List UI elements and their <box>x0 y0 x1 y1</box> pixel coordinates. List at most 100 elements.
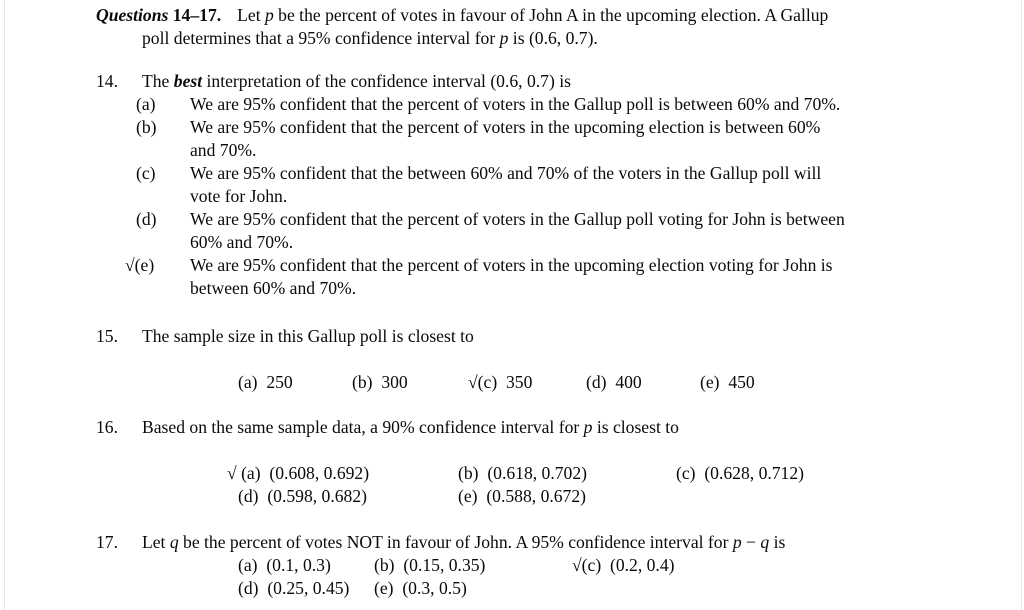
correct-answer-check-icon: √ <box>227 463 237 483</box>
option-14-c-continued: vote for John. <box>96 185 936 208</box>
option-14-c-label: (c) <box>136 163 156 183</box>
option-16-d[interactable]: (d) (0.598, 0.682) <box>238 485 367 508</box>
lead-in-line-1: Questions 14–17. Let p be the percent of … <box>96 4 932 27</box>
option-15-e-value: 450 <box>728 372 755 392</box>
question-14-stem-pre: The <box>142 71 174 91</box>
question-17: 17. Let q be the percent of votes NOT in … <box>96 531 936 598</box>
option-17-d-value: (0.25, 0.45) <box>267 578 350 598</box>
option-14-e-label: (e) <box>134 255 155 275</box>
question-14-number: 14. <box>96 71 118 91</box>
option-17-b-label: (b) <box>374 555 395 575</box>
question-15-options: (a) 250 (b) 300 √(c) 350 (d) 400 (e) 450 <box>96 371 936 394</box>
option-15-c-label: (c) <box>477 372 498 392</box>
option-17-c-value: (0.2, 0.4) <box>609 555 675 575</box>
option-17-b-value: (0.15, 0.35) <box>403 555 486 575</box>
question-17-stem-mid: be the percent of votes NOT in favour of… <box>178 532 733 552</box>
option-15-e[interactable]: (e) 450 <box>700 371 755 394</box>
option-17-d-label: (d) <box>238 578 259 598</box>
option-16-e-value: (0.588, 0.672) <box>486 486 587 506</box>
correct-answer-check-icon: √ <box>125 255 135 275</box>
option-15-c[interactable]: √(c) 350 <box>468 371 532 394</box>
option-14-d-text-line-2: 60% and 70%. <box>190 232 294 252</box>
question-17-options: (a) (0.1, 0.3) (b) (0.15, 0.35) √(c) (0.… <box>96 554 936 600</box>
option-17-c[interactable]: √(c) (0.2, 0.4) <box>572 554 674 577</box>
question-16-stem: 16. Based on the same sample data, a 90% … <box>96 416 936 439</box>
option-16-b[interactable]: (b) (0.618, 0.702) <box>458 462 587 485</box>
option-17-a-label: (a) <box>238 555 258 575</box>
lead-in-label: Questions <box>96 5 169 25</box>
option-15-b-label: (b) <box>352 372 373 392</box>
option-15-a[interactable]: (a) 250 <box>238 371 293 394</box>
question-17-option-row-2: (d) (0.25, 0.45) (e) (0.3, 0.5) <box>96 577 936 600</box>
option-17-b[interactable]: (b) (0.15, 0.35) <box>374 554 485 577</box>
scan-edge-right-artifact <box>1021 0 1022 610</box>
option-14-a-label: (a) <box>136 94 156 114</box>
question-15-stem: 15. The sample size in this Gallup poll i… <box>96 325 936 348</box>
question-16-option-row-2: (d) (0.598, 0.682) (e) (0.588, 0.672) <box>96 485 936 508</box>
option-14-c[interactable]: (c) We are 95% confident that the betwee… <box>96 162 936 185</box>
option-17-e-label: (e) <box>374 578 394 598</box>
question-17-variable-p: p <box>732 532 742 552</box>
option-17-e-value: (0.3, 0.5) <box>402 578 467 598</box>
option-14-c-text-line-1: We are 95% confident that the between 60… <box>190 163 822 183</box>
question-17-variable-q2: q <box>760 532 770 552</box>
lead-in-text-part2: be the percent of votes in favour of Joh… <box>273 5 829 25</box>
question-15-stem-text: The sample size in this Gallup poll is c… <box>142 326 474 346</box>
question-16-option-row-1: √ (a) (0.608, 0.692) (b) (0.618, 0.702) … <box>96 462 936 485</box>
option-16-a-value: (0.608, 0.692) <box>269 463 370 483</box>
option-16-e[interactable]: (e) (0.588, 0.672) <box>458 485 586 508</box>
option-15-a-label: (a) <box>238 372 258 392</box>
option-14-a-text: We are 95% confident that the percent of… <box>190 94 841 114</box>
option-14-d-continued: 60% and 70%. <box>96 231 936 254</box>
lead-in-line-2: poll determines that a 95% confidence in… <box>142 27 932 50</box>
option-14-e-label-group: √(e) <box>125 254 190 277</box>
option-14-d-text-line-1: We are 95% confident that the percent of… <box>190 209 845 229</box>
question-17-minus-sign: − <box>741 532 761 552</box>
question-16: 16. Based on the same sample data, a 90% … <box>96 416 936 506</box>
question-14: 14. The best interpretation of the confid… <box>96 70 936 300</box>
question-14-stem: 14. The best interpretation of the confid… <box>96 70 936 93</box>
option-15-c-value: 350 <box>505 372 533 392</box>
option-17-e[interactable]: (e) (0.3, 0.5) <box>374 577 467 600</box>
option-14-d[interactable]: (d) We are 95% confident that the percen… <box>96 208 936 231</box>
correct-answer-check-icon: √ <box>572 555 582 575</box>
option-15-b[interactable]: (b) 300 <box>352 371 408 394</box>
option-14-b-label: (b) <box>136 117 157 137</box>
question-15-number: 15. <box>96 326 118 346</box>
option-16-c-value: (0.628, 0.712) <box>704 463 805 483</box>
option-17-a[interactable]: (a) (0.1, 0.3) <box>238 554 331 577</box>
option-15-b-value: 300 <box>381 372 408 392</box>
option-16-e-label: (e) <box>458 486 478 506</box>
question-17-stem: 17. Let q be the percent of votes NOT in … <box>96 531 936 554</box>
option-16-c-label: (c) <box>676 463 696 483</box>
correct-answer-check-icon: √ <box>468 372 478 392</box>
option-17-d[interactable]: (d) (0.25, 0.45) <box>238 577 349 600</box>
lead-in-line2-text: poll determines that a 95% confidence in… <box>142 28 500 48</box>
question-17-option-row-1: (a) (0.1, 0.3) (b) (0.15, 0.35) √(c) (0.… <box>96 554 936 577</box>
option-16-a-label: (a) <box>241 463 261 483</box>
question-16-options: √ (a) (0.608, 0.692) (b) (0.618, 0.702) … <box>96 462 936 508</box>
question-17-variable-q: q <box>169 532 179 552</box>
option-14-e-continued: between 60% and 70%. <box>96 277 936 300</box>
option-14-a[interactable]: (a) We are 95% confident that the percen… <box>96 93 936 116</box>
lead-in-line2-end: is (0.6, 0.7). <box>508 28 598 48</box>
question-14-stem-emphasis: best <box>173 71 203 91</box>
option-14-b-text-line-2: and 70%. <box>190 140 257 160</box>
question-17-number: 17. <box>96 532 118 552</box>
option-14-e-text-line-1: We are 95% confident that the percent of… <box>190 255 833 275</box>
question-14-stem-post: interpretation of the confidence interva… <box>202 71 571 91</box>
option-16-c[interactable]: (c) (0.628, 0.712) <box>676 462 804 485</box>
lead-in-variable-p: p <box>264 5 274 25</box>
question-16-stem-pre: Based on the same sample data, a 90% con… <box>142 417 584 437</box>
option-16-b-label: (b) <box>458 463 479 483</box>
option-15-d-value: 400 <box>615 372 642 392</box>
option-15-d[interactable]: (d) 400 <box>586 371 642 394</box>
question-16-number: 16. <box>96 417 118 437</box>
scan-edge-left-artifact <box>4 0 5 610</box>
option-16-a[interactable]: √ (a) (0.608, 0.692) <box>227 462 369 485</box>
question-15-option-row: (a) 250 (b) 300 √(c) 350 (d) 400 (e) 450 <box>96 371 936 394</box>
option-14-e[interactable]: √(e) We are 95% confident that the perce… <box>96 254 936 277</box>
question-16-stem-post: is closest to <box>592 417 679 437</box>
option-14-e-text-line-2: between 60% and 70%. <box>190 278 357 298</box>
option-14-b[interactable]: (b) We are 95% confident that the percen… <box>96 116 936 139</box>
